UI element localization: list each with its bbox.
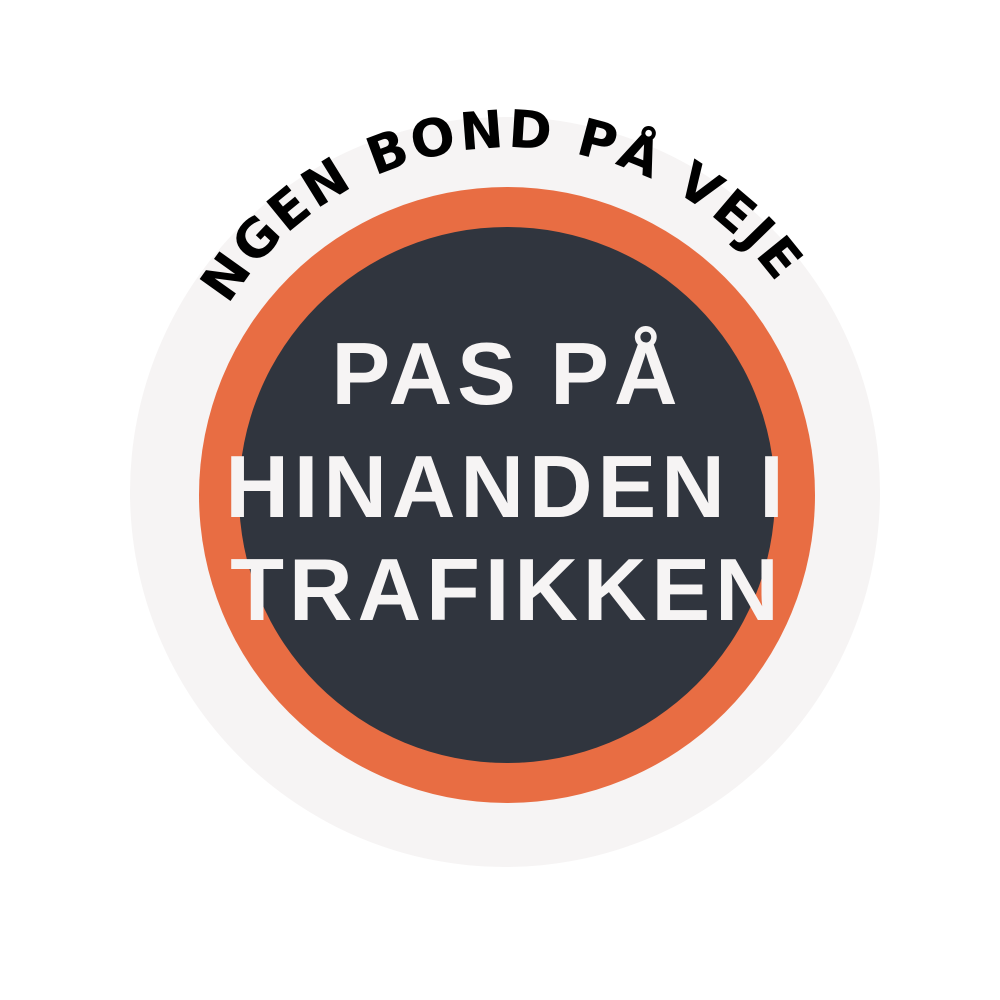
center-line-2: HINANDEN I	[225, 437, 788, 536]
center-line-3: TRAFIKKEN	[230, 540, 783, 639]
center-line-1: PAS PÅ	[331, 324, 682, 423]
badge-graphic: INGEN BOND PÅ VEJEN PAS PÅ HINANDEN I TR…	[0, 0, 880, 867]
